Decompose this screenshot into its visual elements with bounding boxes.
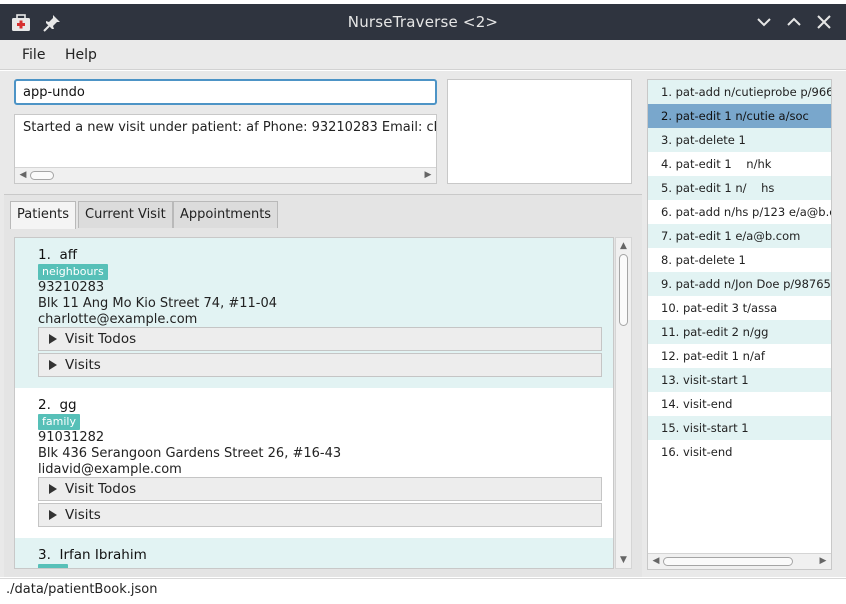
scroll-thumb[interactable] bbox=[663, 557, 793, 566]
status-bar: ./data/patientBook.json bbox=[0, 578, 846, 604]
history-item[interactable]: 8. pat-delete 1 bbox=[648, 248, 831, 272]
patient-tag: family bbox=[38, 414, 80, 430]
visit-todos-label: Visit Todos bbox=[65, 481, 137, 497]
tab-patients[interactable]: Patients bbox=[10, 201, 77, 229]
history-item[interactable]: 16. visit-end bbox=[648, 440, 831, 464]
visits-dropdown[interactable]: Visits bbox=[38, 353, 602, 377]
patient-tag bbox=[38, 564, 68, 568]
visits-label: Visits bbox=[65, 507, 101, 523]
history-item[interactable]: 4. pat-edit 1 n/hk bbox=[648, 152, 831, 176]
visits-label: Visits bbox=[65, 357, 101, 373]
patient-index: 1. bbox=[38, 247, 51, 263]
patient-phone: 93210283 bbox=[38, 280, 105, 295]
history-item[interactable]: 7. pat-edit 1 e/a@b.com bbox=[648, 224, 831, 248]
scroll-up-icon[interactable]: ▲ bbox=[616, 239, 631, 253]
patient-name: gg bbox=[59, 397, 77, 413]
scroll-down-icon[interactable]: ▼ bbox=[616, 553, 631, 567]
patient-address: Blk 11 Ang Mo Kio Street 74, #11-04 bbox=[38, 296, 278, 311]
info-panel bbox=[447, 79, 632, 184]
expand-arrow-icon bbox=[49, 510, 57, 520]
expand-arrow-icon bbox=[49, 484, 57, 494]
patient-email: charlotte@example.com bbox=[38, 312, 198, 327]
visits-dropdown[interactable]: Visits bbox=[38, 503, 602, 527]
scroll-left-icon[interactable]: ◀ bbox=[16, 168, 30, 183]
history-item[interactable]: 12. pat-edit 1 n/af bbox=[648, 344, 831, 368]
scroll-right-icon[interactable]: ▶ bbox=[421, 168, 435, 183]
patient-address: Blk 436 Serangoon Gardens Street 26, #16… bbox=[38, 446, 342, 461]
scroll-right-icon[interactable]: ▶ bbox=[816, 554, 830, 569]
tab-current-visit[interactable]: Current Visit bbox=[78, 201, 173, 228]
patient-index-name: 2. gg bbox=[38, 397, 77, 413]
visit-todos-dropdown[interactable]: Visit Todos bbox=[38, 327, 602, 351]
history-item[interactable]: 1. pat-add n/cutieprobe p/96691 bbox=[648, 80, 831, 104]
history-item[interactable]: 2. pat-edit 1 n/cutie a/soc bbox=[648, 104, 831, 128]
history-item[interactable]: 13. visit-start 1 bbox=[648, 368, 831, 392]
patient-index: 3. bbox=[38, 547, 51, 563]
expand-arrow-icon bbox=[49, 360, 57, 370]
patient-tag: neighbours bbox=[38, 264, 108, 280]
patient-name: aff bbox=[59, 247, 78, 263]
menu-file[interactable]: File bbox=[22, 40, 45, 70]
patient-email: lidavid@example.com bbox=[38, 462, 182, 477]
history-item[interactable]: 3. pat-delete 1 bbox=[648, 128, 831, 152]
patient-list[interactable]: 1. aff neighbours 93210283 Blk 11 Ang Mo… bbox=[14, 237, 614, 569]
command-history-list[interactable]: 1. pat-add n/cutieprobe p/96691 2. pat-ed… bbox=[647, 79, 832, 570]
maximize-icon[interactable] bbox=[785, 13, 803, 31]
history-item[interactable]: 10. pat-edit 3 t/assa bbox=[648, 296, 831, 320]
history-item[interactable]: 9. pat-add n/Jon Doe p/9876543 bbox=[648, 272, 831, 296]
history-item[interactable]: 14. visit-end bbox=[648, 392, 831, 416]
tab-appointments[interactable]: Appointments bbox=[173, 201, 279, 228]
scroll-left-icon[interactable]: ◀ bbox=[649, 554, 663, 569]
patient-card[interactable]: 3. Irfan Ibrahim bbox=[15, 538, 613, 568]
history-item[interactable]: 6. pat-add n/hs p/123 e/a@b.co bbox=[648, 200, 831, 224]
history-item[interactable]: 5. pat-edit 1 n/ hs bbox=[648, 176, 831, 200]
menu-bar: File Help bbox=[0, 40, 846, 70]
visit-todos-dropdown[interactable]: Visit Todos bbox=[38, 477, 602, 501]
patient-index-name: 3. Irfan Ibrahim bbox=[38, 547, 147, 563]
patient-index: 2. bbox=[38, 397, 51, 413]
minimize-icon[interactable] bbox=[755, 13, 773, 31]
patient-list-scrollbar[interactable]: ▲ ▼ bbox=[615, 237, 632, 569]
command-input[interactable] bbox=[14, 79, 437, 105]
title-bar: NurseTraverse <2> bbox=[0, 4, 846, 40]
patient-name: Irfan Ibrahim bbox=[59, 547, 147, 563]
scroll-thumb[interactable] bbox=[30, 171, 54, 180]
patient-phone: 91031282 bbox=[38, 430, 105, 445]
close-icon[interactable] bbox=[815, 13, 833, 31]
patient-index-name: 1. aff bbox=[38, 247, 77, 263]
history-item[interactable]: 15. visit-start 1 bbox=[648, 416, 831, 440]
window-title: NurseTraverse <2> bbox=[347, 13, 499, 31]
patient-card[interactable]: 1. aff neighbours 93210283 Blk 11 Ang Mo… bbox=[15, 238, 613, 388]
patient-card[interactable]: 2. gg family 91031282 Blk 436 Serangoon … bbox=[15, 388, 613, 538]
visit-todos-label: Visit Todos bbox=[65, 331, 137, 347]
result-display: Started a new visit under patient: af Ph… bbox=[14, 114, 437, 184]
result-text: Started a new visit under patient: af Ph… bbox=[23, 120, 436, 135]
history-item[interactable]: 11. pat-edit 2 n/gg bbox=[648, 320, 831, 344]
expand-arrow-icon bbox=[49, 334, 57, 344]
menu-help[interactable]: Help bbox=[65, 40, 97, 70]
history-scrollbar[interactable]: ◀ ▶ bbox=[648, 553, 831, 569]
status-file-path: ./data/patientBook.json bbox=[6, 582, 158, 597]
scroll-thumb[interactable] bbox=[619, 254, 628, 326]
result-scrollbar[interactable]: ◀ ▶ bbox=[15, 167, 436, 183]
